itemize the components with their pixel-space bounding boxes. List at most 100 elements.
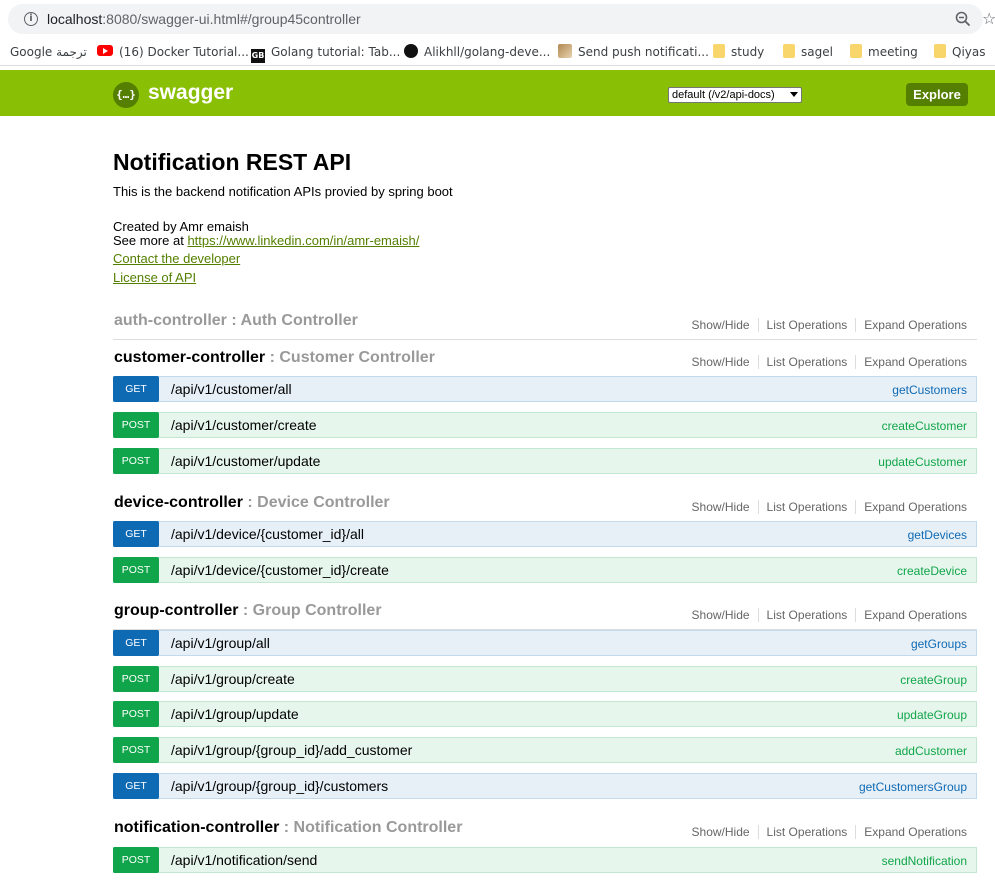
operation-nickname[interactable]: addCustomer [895, 744, 967, 758]
operation-path[interactable]: /api/v1/customer/all [171, 381, 292, 397]
url-text[interactable]: localhost:8080/swagger-ui.html#/group45c… [47, 11, 361, 27]
bookmark-label: Alikhll/golang-deve... [424, 45, 551, 59]
list-operations-link[interactable]: List Operations [758, 500, 857, 514]
site-info-icon[interactable]: i [24, 12, 38, 26]
linkedin-link[interactable]: https://www.linkedin.com/in/amr-emaish/ [187, 233, 419, 248]
resource-name: auth-controller [114, 312, 227, 329]
expand-operations-link[interactable]: Expand Operations [856, 355, 967, 369]
resource-actions: Show/Hide List Operations Expand Operation… [683, 500, 967, 514]
bookmark-study[interactable]: study [713, 44, 764, 60]
bookmark-label: study [731, 45, 765, 59]
bookmark-golang-tutorial[interactable]: GB Golang tutorial: Tab... [251, 44, 400, 63]
operation-row-createCustomer[interactable]: POST/api/v1/customer/create createCustome… [113, 412, 977, 438]
post-method-badge[interactable]: POST [113, 737, 159, 763]
operation-nickname[interactable]: getCustomersGroup [859, 780, 967, 794]
resource-title[interactable]: customer-controller : Customer Controlle… [114, 349, 435, 367]
bookmark-label: Qiyas [952, 45, 986, 59]
bookmark-google-translate[interactable]: Google ترجمة [10, 44, 87, 60]
expand-operations-link[interactable]: Expand Operations [856, 318, 967, 332]
operation-row-addCustomer[interactable]: POST/api/v1/group/{group_id}/add_custome… [113, 737, 977, 763]
url-rest: :8080/swagger-ui.html#/group45controller [102, 11, 361, 27]
operation-nickname[interactable]: updateCustomer [878, 455, 967, 469]
operation-path[interactable]: /api/v1/device/{customer_id}/create [171, 562, 389, 578]
license-link[interactable]: License of API [113, 270, 196, 285]
operation-nickname[interactable]: getCustomers [892, 383, 967, 397]
swagger-logo-text[interactable]: swagger [148, 81, 233, 105]
resource-notification-controller: notification-controller : Notification C… [113, 819, 977, 847]
bookmark-golang-deve[interactable]: Alikhll/golang-deve... [404, 44, 550, 60]
expand-operations-link[interactable]: Expand Operations [856, 608, 967, 622]
expand-operations-link[interactable]: Expand Operations [856, 825, 967, 839]
post-method-badge[interactable]: POST [113, 448, 159, 474]
operation-row-getGroups[interactable]: GET/api/v1/group/all getGroups [113, 630, 977, 656]
list-operations-link[interactable]: List Operations [758, 318, 857, 332]
created-by: Created by Amr emaish [113, 219, 249, 234]
operation-row-getDevices[interactable]: GET/api/v1/device/{customer_id}/all getDe… [113, 521, 977, 547]
operation-row-sendNotification[interactable]: POST/api/v1/notification/send sendNotific… [113, 847, 977, 873]
show-hide-link[interactable]: Show/Hide [683, 500, 759, 514]
bookmark-docker-tutorial[interactable]: (16) Docker Tutorial... [97, 44, 249, 60]
show-hide-link[interactable]: Show/Hide [683, 825, 759, 839]
bookmark-meeting[interactable]: meeting [850, 44, 918, 60]
get-method-badge[interactable]: GET [113, 773, 159, 799]
bookmark-sagel[interactable]: sagel [783, 44, 833, 60]
list-operations-link[interactable]: List Operations [758, 355, 857, 369]
api-docs-select[interactable]: default (/v2/api-docs) [668, 87, 802, 103]
resource-device-controller: device-controller : Device Controller Sho… [113, 494, 977, 522]
show-hide-link[interactable]: Show/Hide [683, 355, 759, 369]
operation-path[interactable]: /api/v1/device/{customer_id}/all [171, 526, 364, 542]
resource-title[interactable]: auth-controller : Auth Controller [114, 312, 358, 330]
operation-path[interactable]: /api/v1/customer/create [171, 417, 317, 433]
get-method-badge[interactable]: GET [113, 376, 159, 402]
operation-row-updateCustomer[interactable]: POST/api/v1/customer/update updateCustome… [113, 448, 977, 474]
operation-row-getCustomersGroup[interactable]: GET/api/v1/group/{group_id}/customers get… [113, 773, 977, 799]
resource-title[interactable]: group-controller : Group Controller [114, 602, 382, 620]
operation-path[interactable]: /api/v1/group/{group_id}/customers [171, 778, 388, 794]
operation-path[interactable]: /api/v1/group/create [171, 671, 295, 687]
operation-nickname[interactable]: getGroups [911, 637, 967, 651]
operation-path[interactable]: /api/v1/group/{group_id}/add_customer [171, 742, 412, 758]
post-method-badge[interactable]: POST [113, 701, 159, 727]
operation-path[interactable]: /api/v1/notification/send [171, 852, 317, 868]
bookmark-star-icon[interactable]: ☆ [982, 9, 995, 28]
post-method-badge[interactable]: POST [113, 412, 159, 438]
operation-nickname[interactable]: sendNotification [882, 854, 967, 868]
bookmarks-bar: Google ترجمة (16) Docker Tutorial... GB G… [0, 38, 995, 66]
post-method-badge[interactable]: POST [113, 557, 159, 583]
resource-separator: : [265, 349, 280, 366]
operation-nickname[interactable]: getDevices [908, 528, 967, 542]
post-method-badge[interactable]: POST [113, 666, 159, 692]
operation-row-createDevice[interactable]: POST/api/v1/device/{customer_id}/create c… [113, 557, 977, 583]
get-method-badge[interactable]: GET [113, 630, 159, 656]
operation-row-updateGroup[interactable]: POST/api/v1/group/update updateGroup [113, 701, 977, 727]
operation-nickname[interactable]: updateGroup [897, 708, 967, 722]
folder-icon [850, 44, 862, 58]
operation-path[interactable]: /api/v1/group/update [171, 706, 299, 722]
explore-button[interactable]: Explore [906, 83, 968, 106]
bookmark-qiyas[interactable]: Qiyas [934, 44, 986, 60]
operation-row-getCustomers[interactable]: GET/api/v1/customer/all getCustomers [113, 376, 977, 402]
zoom-out-icon[interactable] [955, 11, 971, 27]
expand-operations-link[interactable]: Expand Operations [856, 500, 967, 514]
show-hide-link[interactable]: Show/Hide [683, 608, 759, 622]
contact-developer-link[interactable]: Contact the developer [113, 251, 240, 266]
operation-nickname[interactable]: createGroup [900, 673, 967, 687]
list-operations-link[interactable]: List Operations [758, 608, 857, 622]
bookmark-send-push[interactable]: Send push notificati... [558, 44, 709, 60]
operation-nickname[interactable]: createCustomer [882, 419, 967, 433]
resource-title[interactable]: notification-controller : Notification C… [114, 819, 462, 837]
swagger-logo-icon[interactable]: {…} [113, 82, 139, 108]
operation-nickname[interactable]: createDevice [897, 564, 967, 578]
show-hide-link[interactable]: Show/Hide [683, 318, 759, 332]
list-operations-link[interactable]: List Operations [758, 825, 857, 839]
resource-description: Notification Controller [293, 819, 463, 836]
operation-row-createGroup[interactable]: POST/api/v1/group/create createGroup [113, 666, 977, 692]
url-field[interactable]: i localhost:8080/swagger-ui.html#/group4… [8, 4, 995, 34]
operation-path[interactable]: /api/v1/customer/update [171, 453, 320, 469]
get-method-badge[interactable]: GET [113, 521, 159, 547]
resource-description: Device Controller [257, 494, 390, 511]
resource-title[interactable]: device-controller : Device Controller [114, 494, 390, 512]
post-method-badge[interactable]: POST [113, 847, 159, 873]
gb-icon: GB [251, 49, 265, 63]
operation-path[interactable]: /api/v1/group/all [171, 635, 270, 651]
